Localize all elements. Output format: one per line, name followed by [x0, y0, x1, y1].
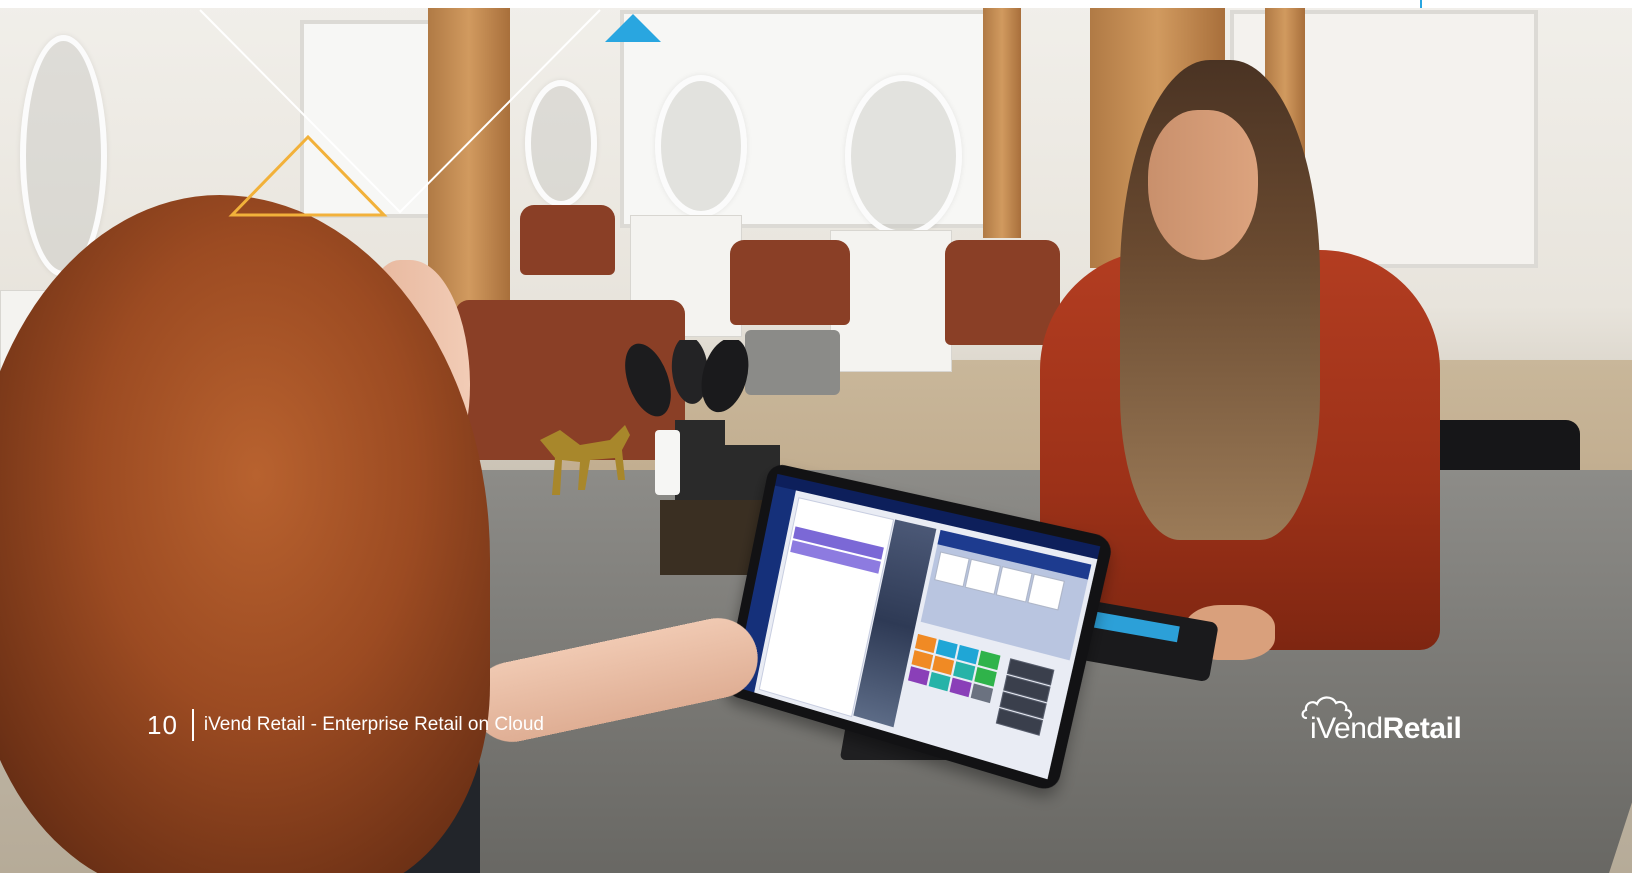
footer-title: iVend Retail - Enterprise Retail on Clou…	[203, 714, 544, 735]
brand-prefix: iVend	[1310, 712, 1383, 745]
brand-suffix: Retail	[1382, 712, 1462, 745]
blue-triangle	[605, 14, 661, 42]
footer-divider	[191, 709, 194, 741]
ivend-retail-logo: iVendRetail	[1300, 690, 1480, 750]
brochure-page: 10 iVend Retail - Enterprise Retail on C…	[0, 0, 1632, 873]
page-footer: 10 iVend Retail - Enterprise Retail on C…	[147, 705, 544, 745]
white-chevron-line	[199, 9, 601, 214]
orange-triangle-outline	[228, 134, 388, 217]
page-number: 10	[147, 709, 178, 740]
brand-wordmark: iVendRetail	[1310, 712, 1462, 746]
